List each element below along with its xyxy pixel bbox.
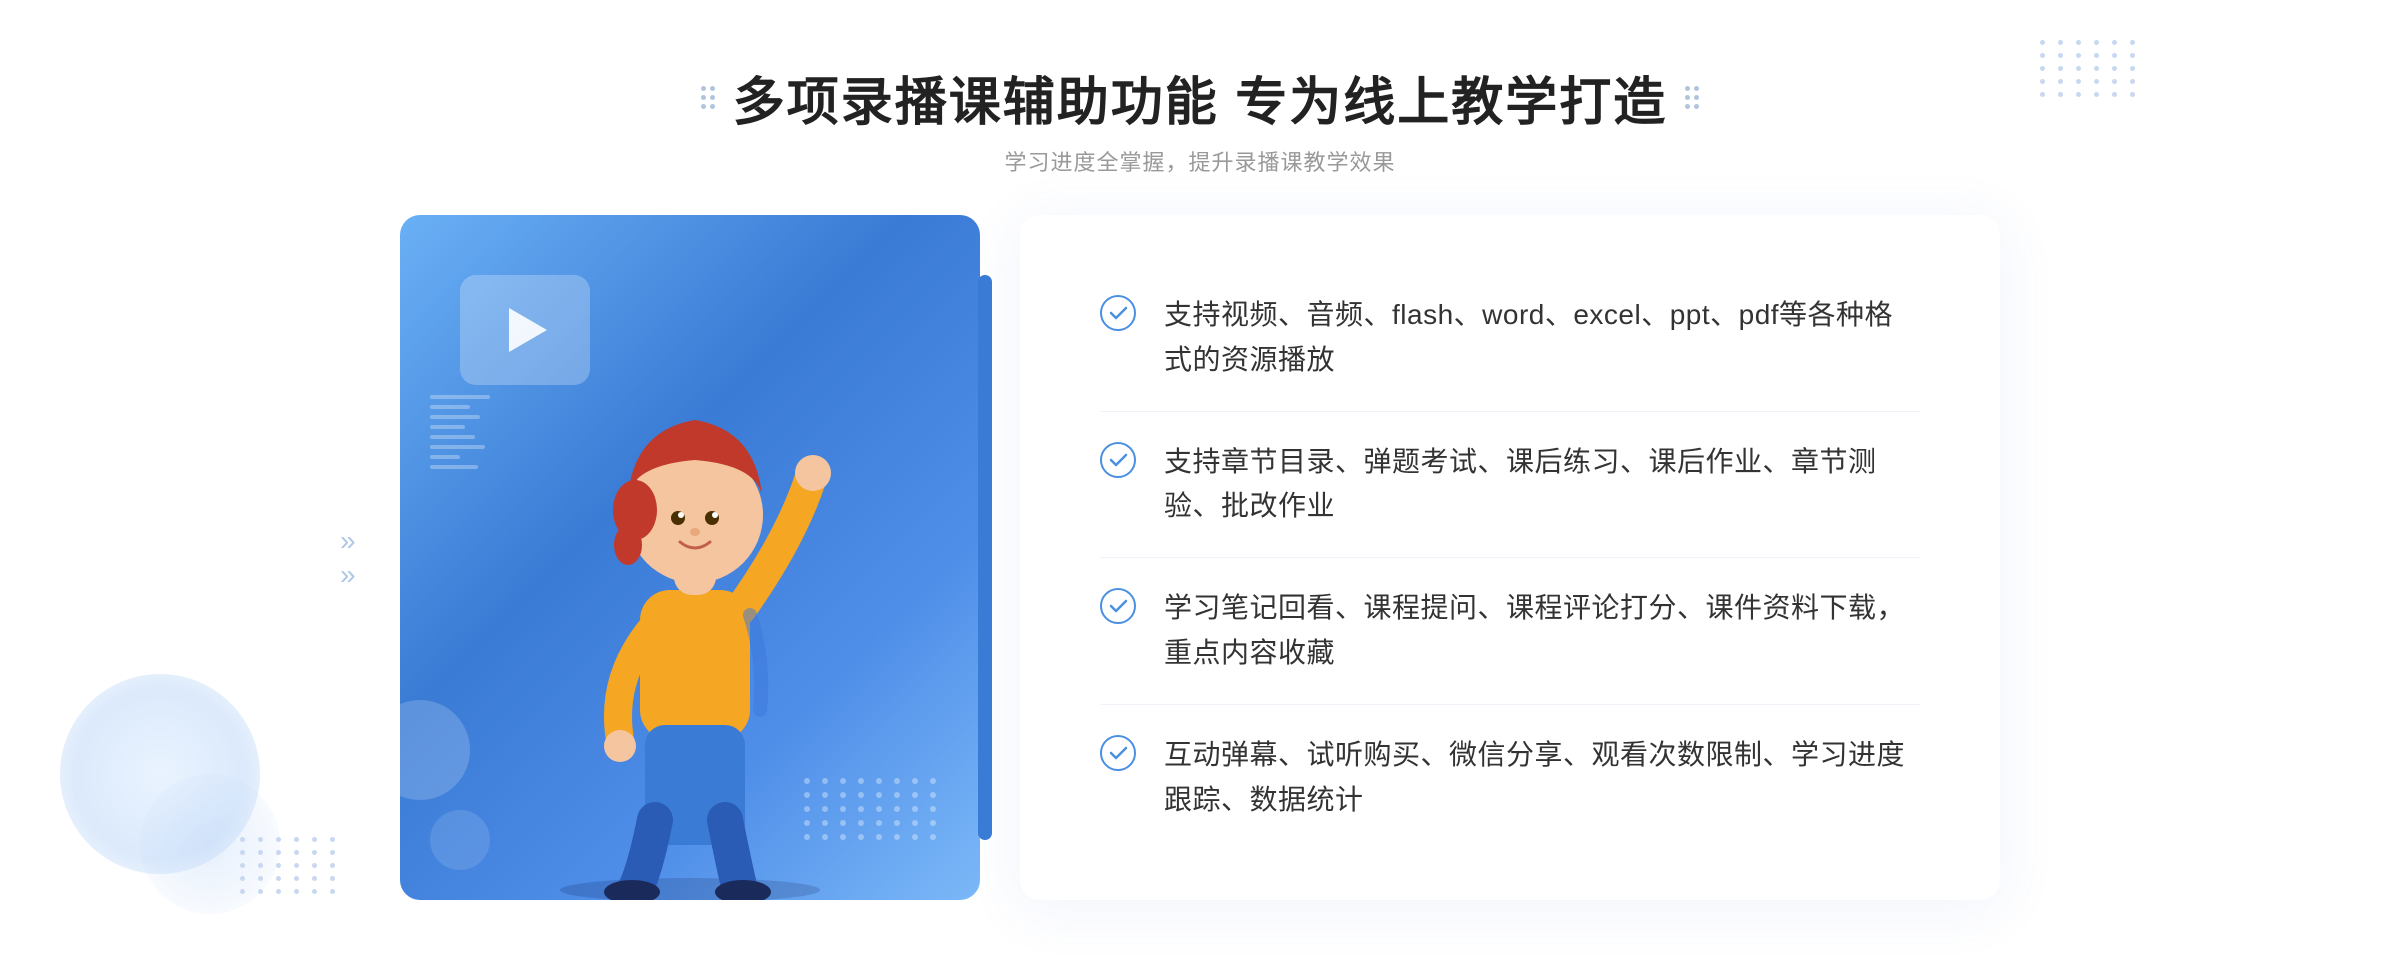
feature-text-4: 互动弹幕、试听购买、微信分享、观看次数限制、学习进度跟踪、数据统计 xyxy=(1164,733,1920,823)
dot-grid-top-right xyxy=(2040,40,2140,97)
check-icon-4 xyxy=(1100,735,1136,771)
feature-text-2: 支持章节目录、弹题考试、课后练习、课后作业、章节测验、批改作业 xyxy=(1164,440,1920,530)
feature-item-1: 支持视频、音频、flash、word、excel、ppt、pdf等各种格式的资源… xyxy=(1100,265,1920,412)
dot-grid-bottom-left xyxy=(240,837,340,894)
person-illustration xyxy=(480,320,900,900)
feature-item-2: 支持章节目录、弹题考试、课后练习、课后作业、章节测验、批改作业 xyxy=(1100,412,1920,559)
chevron-right-icon: » xyxy=(340,527,356,555)
check-icon-3 xyxy=(1100,588,1136,624)
decorative-dots-right xyxy=(1685,86,1699,109)
page-wrapper: 多项录播课辅助功能 专为线上教学打造 学习进度全掌握，提升录播课教学效果 xyxy=(0,0,2400,974)
illustration-panel: » » xyxy=(400,215,980,900)
feature-item-3: 学习笔记回看、课程提问、课程评论打分、课件资料下载，重点内容收藏 xyxy=(1100,558,1920,705)
check-icon-2 xyxy=(1100,442,1136,478)
page-header: 多项录播课辅助功能 专为线上教学打造 学习进度全掌握，提升录播课教学效果 xyxy=(701,60,1699,177)
left-chevrons: » » xyxy=(340,527,356,589)
features-panel: 支持视频、音频、flash、word、excel、ppt、pdf等各种格式的资源… xyxy=(1020,215,2000,900)
feature-text-1: 支持视频、音频、flash、word、excel、ppt、pdf等各种格式的资源… xyxy=(1164,293,1920,383)
decorative-dots-left xyxy=(701,86,715,109)
feature-text-3: 学习笔记回看、课程提问、课程评论打分、课件资料下载，重点内容收藏 xyxy=(1164,586,1920,676)
check-icon-1 xyxy=(1100,295,1136,331)
content-area: » » 支持视频、音频、flash、word、excel、ppt、pdf等各种格… xyxy=(400,215,2000,900)
title-row: 多项录播课辅助功能 专为线上教学打造 xyxy=(701,60,1699,135)
deco-circle-1 xyxy=(370,700,470,800)
chevron-right-icon-2: » xyxy=(340,561,356,589)
sub-title: 学习进度全掌握，提升录播课教学效果 xyxy=(701,145,1699,177)
feature-item-4: 互动弹幕、试听购买、微信分享、观看次数限制、学习进度跟踪、数据统计 xyxy=(1100,705,1920,851)
main-title: 多项录播课辅助功能 专为线上教学打造 xyxy=(733,60,1667,135)
